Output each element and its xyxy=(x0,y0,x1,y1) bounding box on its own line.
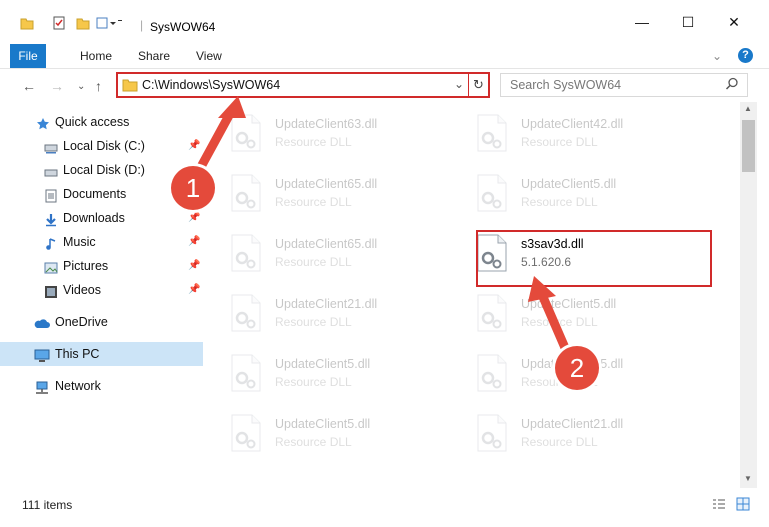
step-badge-2: 2 xyxy=(555,346,599,390)
annotation-arrowhead-2 xyxy=(528,276,556,302)
annotation-arrow-1 xyxy=(191,105,237,181)
step-badge-1: 1 xyxy=(171,166,215,210)
annotation-overlay xyxy=(191,96,577,369)
annotation-arrowhead-1 xyxy=(218,96,246,118)
